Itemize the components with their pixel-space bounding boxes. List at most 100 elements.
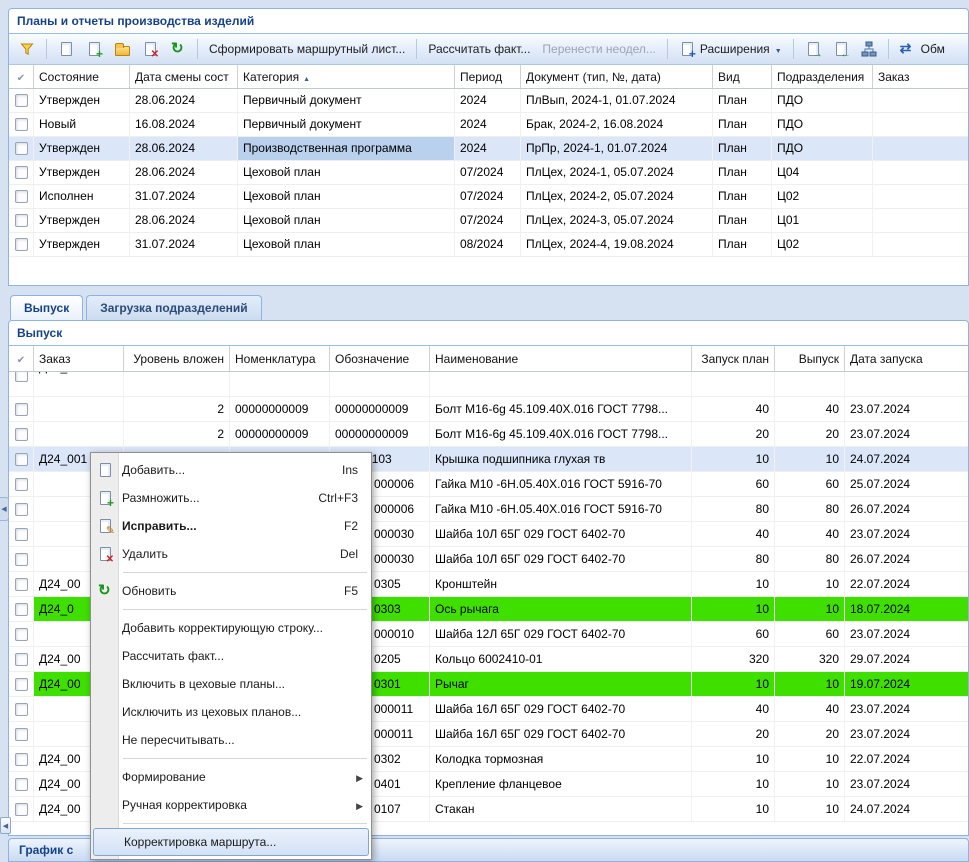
calculate-fact-button[interactable]: Рассчитать факт... — [423, 39, 535, 59]
menu-item-label: Включить в цеховые планы... — [122, 677, 285, 691]
copy-document-button[interactable] — [81, 38, 107, 60]
cell: 60 — [775, 622, 845, 646]
row-checkbox[interactable] — [15, 778, 28, 791]
tab-vypusk[interactable]: Выпуск — [10, 295, 83, 320]
sidebar-collapse-handle[interactable] — [0, 497, 9, 521]
row-checkbox[interactable] — [15, 238, 28, 251]
exchange-button[interactable]: Обм — [895, 38, 950, 60]
cell: 10 — [775, 672, 845, 696]
table-row[interactable]: 20000000000900000000009Болт М16-6g 45.10… — [9, 397, 968, 422]
menu-item[interactable]: Исправить...F2 — [92, 512, 370, 540]
menu-item[interactable]: Добавить...Ins — [92, 456, 370, 484]
table-row[interactable]: Утвержден28.06.2024Производственная прог… — [9, 137, 968, 161]
table-row[interactable]: Утвержден28.06.2024Цеховой план07/2024Пл… — [9, 161, 968, 185]
row-checkbox[interactable] — [15, 528, 28, 541]
row-checkbox-cell — [9, 672, 34, 696]
table-row[interactable]: Д24_ — [9, 372, 968, 397]
row-checkbox[interactable] — [15, 653, 28, 666]
table-row[interactable]: Утвержден28.06.2024Цеховой план07/2024Пл… — [9, 209, 968, 233]
row-checkbox[interactable] — [15, 553, 28, 566]
column-header-select[interactable] — [9, 346, 34, 371]
export-document-button[interactable] — [800, 38, 826, 60]
row-checkbox[interactable] — [15, 214, 28, 227]
column-header-order[interactable]: Заказ — [873, 65, 968, 88]
row-checkbox[interactable] — [15, 603, 28, 616]
table-row[interactable]: 20000000000900000000009Болт М16-6g 45.10… — [9, 422, 968, 447]
table-row[interactable]: Новый16.08.2024Первичный документ2024Бра… — [9, 113, 968, 137]
row-checkbox[interactable] — [15, 190, 28, 203]
menu-item[interactable]: Размножить...Ctrl+F3 — [92, 484, 370, 512]
row-checkbox[interactable] — [15, 628, 28, 641]
column-header-launch-date[interactable]: Дата запуска — [845, 346, 968, 371]
column-header-date[interactable]: Дата смены сост — [130, 65, 238, 88]
menu-item[interactable]: Включить в цеховые планы... — [92, 670, 370, 698]
column-header-level[interactable]: Уровень вложен — [124, 346, 230, 371]
menu-item[interactable]: Ручная корректировка — [92, 791, 370, 819]
import-document-button[interactable] — [828, 38, 854, 60]
column-header-document[interactable]: Документ (тип, №, дата) — [521, 65, 713, 88]
row-checkbox[interactable] — [15, 728, 28, 741]
cell — [34, 397, 124, 421]
column-header-category[interactable]: Категория — [238, 65, 455, 88]
column-header-select[interactable] — [9, 65, 34, 88]
tab-zagruzka-podrazdeleniy[interactable]: Загрузка подразделений — [86, 295, 261, 320]
row-checkbox[interactable] — [15, 703, 28, 716]
cell: 16.08.2024 — [130, 113, 238, 136]
cell: 40 — [692, 697, 775, 721]
column-header-kind[interactable]: Вид — [713, 65, 772, 88]
table-row[interactable]: Утвержден28.06.2024Первичный документ202… — [9, 89, 968, 113]
row-checkbox[interactable] — [15, 803, 28, 816]
cell: 00000000009 — [330, 422, 430, 446]
open-document-button[interactable] — [109, 38, 135, 60]
cell: ПлВып, 2024-1, 01.07.2024 — [521, 89, 713, 112]
column-header-output[interactable]: Выпуск — [775, 346, 845, 371]
row-checkbox[interactable] — [15, 453, 28, 466]
row-checkbox[interactable] — [15, 166, 28, 179]
delete-document-button[interactable] — [137, 38, 163, 60]
cell: Цеховой план — [238, 185, 455, 208]
menu-item[interactable]: ОбновитьF5 — [92, 577, 370, 605]
table-row[interactable]: Утвержден31.07.2024Цеховой план08/2024Пл… — [9, 233, 968, 257]
column-header-nomenclature[interactable]: Номенклатура — [230, 346, 330, 371]
cell: 22.07.2024 — [845, 572, 968, 596]
refresh-button[interactable] — [165, 38, 191, 60]
row-checkbox[interactable] — [15, 372, 28, 382]
row-checkbox[interactable] — [15, 428, 28, 441]
hierarchy-button[interactable] — [856, 38, 882, 60]
row-checkbox[interactable] — [15, 118, 28, 131]
row-checkbox[interactable] — [15, 753, 28, 766]
menu-item[interactable]: Корректировка маршрута... — [93, 828, 369, 856]
row-checkbox[interactable] — [15, 403, 28, 416]
row-checkbox[interactable] — [15, 578, 28, 591]
menu-item-label: Размножить... — [122, 491, 200, 505]
filter-button[interactable] — [14, 38, 40, 60]
menu-item[interactable]: Исключить из цеховых планов... — [92, 698, 370, 726]
add-document-button[interactable] — [53, 38, 79, 60]
move-unfinished-button[interactable]: Перенести неодел... — [537, 39, 660, 59]
column-header-order[interactable]: Заказ — [34, 346, 124, 371]
menu-item[interactable]: Добавить корректирующую строку... — [92, 614, 370, 642]
column-header-name[interactable]: Наименование — [430, 346, 692, 371]
cell: Цеховой план — [238, 209, 455, 232]
table-row[interactable]: Исполнен31.07.2024Цеховой план07/2024ПлЦ… — [9, 185, 968, 209]
row-checkbox[interactable] — [15, 478, 28, 491]
chevron-down-icon — [775, 42, 782, 56]
cell: Цеховой план — [238, 233, 455, 256]
row-checkbox[interactable] — [15, 94, 28, 107]
row-checkbox[interactable] — [15, 678, 28, 691]
menu-item[interactable]: Рассчитать факт... — [92, 642, 370, 670]
menu-item[interactable]: УдалитьDel — [92, 540, 370, 568]
form-route-sheet-button[interactable]: Сформировать маршрутный лист... — [204, 39, 410, 59]
row-checkbox[interactable] — [15, 142, 28, 155]
column-header-period[interactable]: Период — [455, 65, 521, 88]
row-checkbox[interactable] — [15, 503, 28, 516]
column-header-state[interactable]: Состояние — [34, 65, 130, 88]
column-header-division[interactable]: Подразделения — [772, 65, 873, 88]
hscroll-left-button[interactable] — [0, 817, 11, 834]
menu-item[interactable]: Формирование — [92, 763, 370, 791]
column-header-launch-plan[interactable]: Запуск план — [692, 346, 775, 371]
menu-item[interactable]: Не пересчитывать... — [92, 726, 370, 754]
column-header-designation[interactable]: Обозначение — [330, 346, 430, 371]
cell: План — [713, 113, 772, 136]
extensions-button[interactable]: Расширения — [674, 38, 787, 60]
